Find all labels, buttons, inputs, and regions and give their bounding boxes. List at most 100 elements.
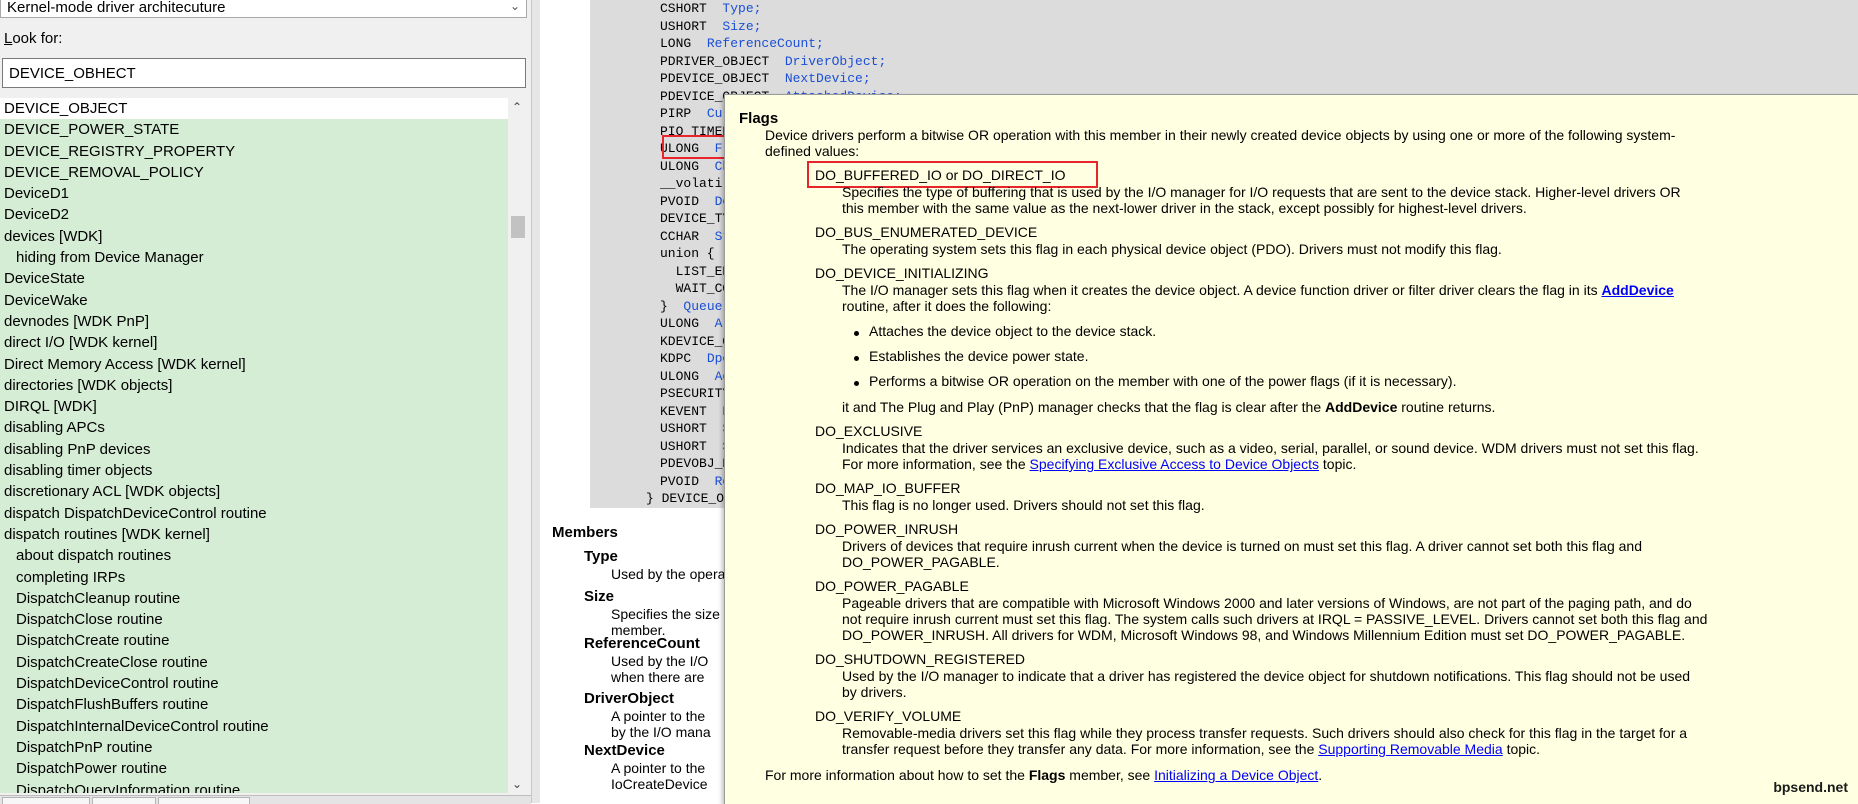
index-item[interactable]: dispatch DispatchDeviceControl routine [0, 503, 508, 524]
exclusive-access-link[interactable]: Specifying Exclusive Access to Device Ob… [1030, 456, 1319, 472]
index-item[interactable]: Direct Memory Access [WDK kernel] [0, 354, 508, 375]
flag-name: DO_POWER_INRUSH [815, 521, 959, 537]
code-type: USHORT [660, 438, 707, 454]
index-item[interactable]: DispatchCreateClose routine [0, 652, 508, 673]
flag-desc: transfer request before they transfer an… [842, 741, 1541, 757]
index-item[interactable]: DEVICE_REGISTRY_PROPERTY [0, 141, 508, 162]
filter-value: Kernel-mode driver architecuture [7, 0, 226, 16]
watermark: bpsend.net [1773, 779, 1848, 795]
code-type: PVOID [660, 473, 700, 489]
index-item[interactable]: hiding from Device Manager [0, 247, 508, 268]
flag-desc: Removable-media drivers set this flag wh… [842, 725, 1688, 741]
bullet-icon [854, 356, 859, 361]
flag-name: DO_BUFFERED_IO or DO_DIRECT_IO [815, 167, 1066, 183]
adddevice-link[interactable]: AddDevice [1601, 282, 1673, 298]
scroll-down-arrow-icon[interactable]: ⌄ [512, 777, 522, 791]
splitter[interactable] [532, 0, 540, 803]
index-item[interactable]: DispatchCreate routine [0, 630, 508, 651]
initializing-device-object-link[interactable]: Initializing a Device Object [1154, 767, 1318, 783]
code-member[interactable]: DriverObject; [785, 54, 886, 69]
index-item[interactable]: DEVICE_POWER_STATE [0, 119, 508, 140]
popup-title: Flags [739, 110, 779, 127]
index-item[interactable]: DEVICE_OBJECT [0, 98, 508, 120]
member-desc: IoCreateDevice [611, 776, 708, 792]
member-desc: Used by the I/O [611, 653, 709, 669]
member-name: NextDevice [584, 742, 665, 759]
flag-desc: Drivers of devices that require inrush c… [842, 538, 1642, 554]
flag-desc: it and The Plug and Play (PnP) manager c… [842, 399, 1496, 415]
index-item[interactable]: DispatchInternalDeviceControl routine [0, 716, 508, 737]
code-line: PDRIVER_OBJECT DriverObject; [660, 53, 980, 71]
code-type: PVOID [660, 193, 700, 209]
code-type: } [660, 298, 668, 314]
member-name: ReferenceCount [584, 635, 700, 652]
removable-media-link[interactable]: Supporting Removable Media [1318, 741, 1502, 757]
code-line: PDEVICE_OBJECT NextDevice; [660, 70, 980, 88]
code-type: PDEVICE_OBJECT [660, 71, 770, 86]
flag-desc: Indicates that the driver services an ex… [842, 440, 1699, 456]
index-item[interactable]: disabling APCs [0, 417, 508, 438]
index-item[interactable]: DispatchClose routine [0, 609, 508, 630]
index-item[interactable]: discretionary ACL [WDK objects] [0, 481, 508, 502]
index-item[interactable]: directories [WDK objects] [0, 375, 508, 396]
flag-name: DO_EXCLUSIVE [815, 423, 923, 439]
index-item[interactable]: DeviceState [0, 268, 508, 289]
index-item[interactable]: about dispatch routines [0, 545, 508, 566]
scroll-thumb[interactable] [511, 216, 525, 238]
index-item[interactable]: DispatchCleanup routine [0, 588, 508, 609]
index-item[interactable]: DispatchQueryInformation routine [0, 780, 508, 794]
code-member[interactable]: Type; [722, 1, 761, 16]
code-type: union { [660, 246, 715, 261]
index-item[interactable]: DispatchPnP routine [0, 737, 508, 758]
popup-intro-2: defined values: [765, 143, 860, 159]
code-member[interactable]: Size; [722, 19, 761, 34]
code-line: CSHORT Type; [660, 0, 980, 18]
code-type: USHORT [660, 18, 707, 34]
members-heading: Members [552, 524, 618, 541]
code-member[interactable]: ReferenceCount; [707, 36, 824, 51]
flag-desc: this member with the same value as the n… [842, 200, 1527, 216]
index-item[interactable]: DeviceD2 [0, 204, 508, 225]
flags-popup[interactable]: Flags Device drivers perform a bitwise O… [724, 94, 1858, 804]
index-item[interactable]: DIRQL [WDK] [0, 396, 508, 417]
index-pane: Kernel-mode driver architecuture ⌄ Look … [0, 0, 532, 804]
chevron-down-icon[interactable]: ⌄ [510, 0, 520, 14]
scroll-up-arrow-icon[interactable]: ⌃ [512, 100, 522, 114]
index-item[interactable]: DeviceWake [0, 290, 508, 311]
flag-desc: Used by the I/O manager to indicate that… [842, 668, 1691, 684]
flag-name: DO_VERIFY_VOLUME [815, 708, 962, 724]
index-item[interactable]: DeviceD1 [0, 183, 508, 204]
flag-desc: The operating system sets this flag in e… [842, 241, 1502, 257]
code-type: CSHORT [660, 1, 707, 16]
index-item[interactable]: DispatchDeviceControl routine [0, 673, 508, 694]
member-name: Type [584, 548, 618, 565]
index-list[interactable]: DEVICE_OBJECT DEVICE_POWER_STATE DEVICE_RE… [0, 98, 508, 793]
index-item[interactable]: disabling PnP devices [0, 439, 508, 460]
code-type: ULONG [660, 316, 700, 331]
filter-dropdown[interactable]: Kernel-mode driver architecuture ⌄ [0, 0, 527, 18]
flag-name: DO_DEVICE_INITIALIZING [815, 265, 989, 281]
flag-name: DO_SHUTDOWN_REGISTERED [815, 651, 1026, 667]
index-item[interactable]: DispatchPower routine [0, 758, 508, 779]
look-for-input[interactable] [2, 58, 526, 88]
member-desc: by the I/O mana [611, 724, 711, 740]
index-item[interactable]: completing IRPs [0, 567, 508, 588]
flag-desc: DO_POWER_PAGABLE. [842, 554, 1000, 570]
code-type: LONG [660, 36, 692, 51]
index-item[interactable]: DEVICE_REMOVAL_POLICY [0, 162, 508, 183]
member-desc: when there are [611, 669, 705, 685]
index-item[interactable]: direct I/O [WDK kernel] [0, 332, 508, 353]
index-item[interactable]: DispatchFlushBuffers routine [0, 694, 508, 715]
flag-name: DO_POWER_PAGABLE [815, 578, 969, 594]
flag-desc: For more information, see the Specifying… [842, 456, 1357, 472]
popup-footer: For more information about how to set th… [765, 767, 1323, 783]
index-item[interactable]: devices [WDK] [0, 226, 508, 247]
index-item[interactable]: disabling timer objects [0, 460, 508, 481]
code-member[interactable]: NextDevice; [785, 71, 871, 86]
index-item[interactable]: devnodes [WDK PnP] [0, 311, 508, 332]
index-item[interactable]: dispatch routines [WDK kernel] [0, 524, 508, 545]
bullet-text: Performs a bitwise OR operation on the m… [869, 373, 1457, 389]
flag-desc: Pageable drivers that are compatible wit… [842, 595, 1692, 611]
index-scrollbar[interactable]: ⌃ ⌄ [508, 98, 528, 793]
bullet-text: Establishes the device power state. [869, 348, 1089, 364]
